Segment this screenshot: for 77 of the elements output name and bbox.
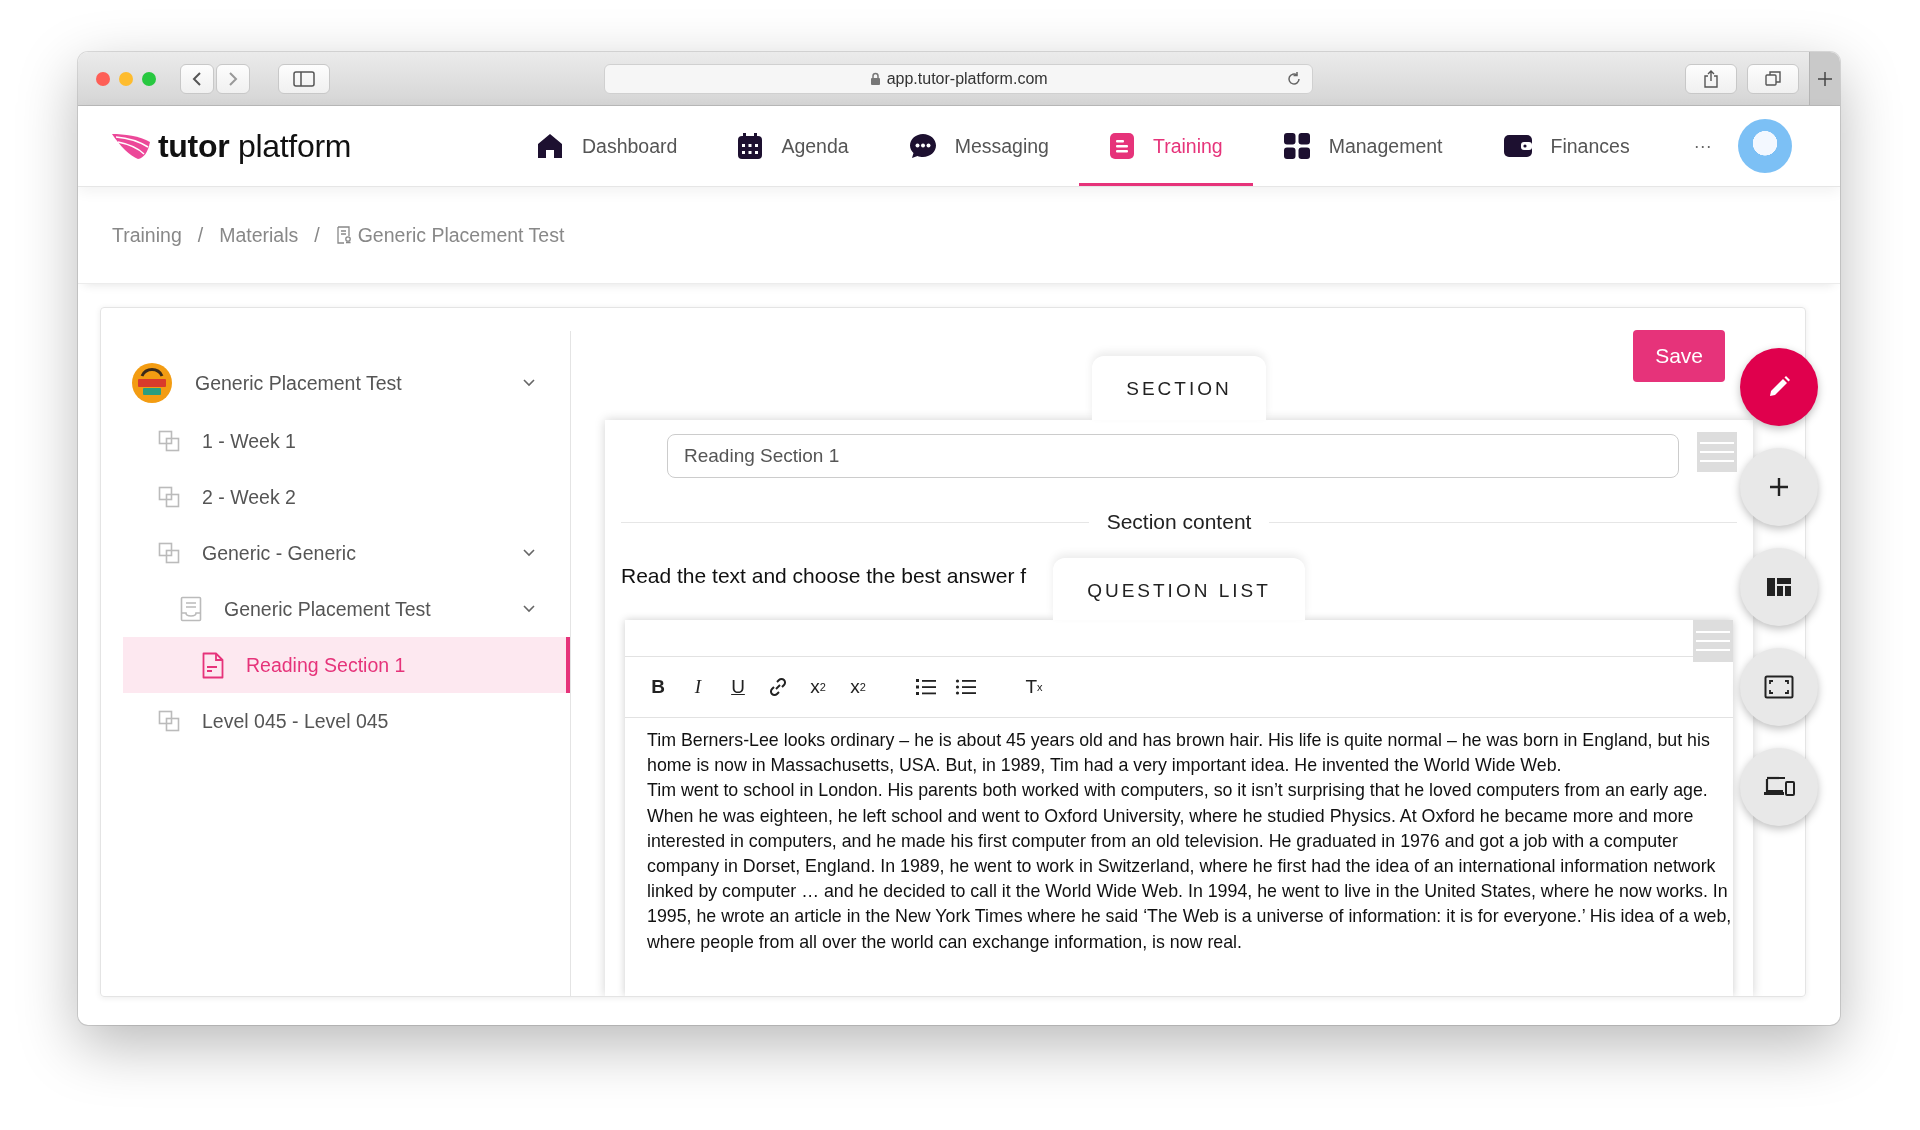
certificate-document-icon <box>335 226 352 244</box>
tree-item[interactable]: Reading Section 1 <box>123 637 570 693</box>
overlapping-squares-icon <box>158 430 180 452</box>
devices-icon <box>1763 775 1795 799</box>
share-button[interactable] <box>1685 63 1738 94</box>
chevron-icon[interactable] <box>522 548 536 558</box>
more-menu-button[interactable]: ··· <box>1693 135 1712 157</box>
grid-icon <box>1282 132 1311 160</box>
reload-icon[interactable] <box>1286 70 1303 87</box>
numbered-list-icon <box>915 677 937 697</box>
layout-icon <box>1766 576 1792 598</box>
format-button[interactable]: x$^{2}$ <box>845 673 871 701</box>
bullet-list-icon <box>955 677 977 697</box>
chevron-icon[interactable] <box>522 378 536 388</box>
breadcrumb-link[interactable]: Training <box>112 223 182 247</box>
calendar-icon <box>737 132 764 160</box>
tree-item[interactable]: Generic Placement Test <box>123 581 570 637</box>
breadcrumb-separator: / <box>314 223 320 247</box>
document-icon <box>1108 132 1135 160</box>
nav-tab[interactable]: Messaging <box>878 106 1079 186</box>
layout-button[interactable] <box>1740 548 1818 626</box>
breadcrumb-link[interactable]: Materials <box>219 223 299 247</box>
chevron-icon[interactable] <box>522 604 536 614</box>
format-button[interactable]: U <box>725 673 751 701</box>
tabs-button[interactable] <box>1747 63 1800 94</box>
breadcrumb-link[interactable]: Generic Placement Test <box>357 223 565 247</box>
wing-logo-icon <box>110 132 152 160</box>
plus-icon <box>1767 475 1791 499</box>
format-button[interactable]: B <box>645 673 671 701</box>
lock-icon <box>869 71 881 86</box>
breadcrumb-separator: / <box>197 223 204 247</box>
overlapping-squares-icon <box>158 542 180 564</box>
passage-paragraph: Tim Berners-Lee looks ordinary – he is about 45 years old and has brown hair. His life is quite normal – he was born in England, but his home is now in Massachusetts, USA. But, in 1989, Tim had a very important idea. He invented the World Wide Web. <box>647 729 1711 778</box>
format-button[interactable]: I <box>685 673 711 701</box>
plus-icon <box>1817 70 1834 87</box>
tabs-icon <box>1764 69 1783 88</box>
overlapping-squares-icon <box>158 710 180 732</box>
save-button[interactable]: Save <box>1633 330 1725 382</box>
link-icon <box>768 677 788 697</box>
course-badge-icon <box>131 362 173 404</box>
drag-handle-icon[interactable] <box>1693 620 1733 662</box>
document-tray-icon <box>180 596 202 622</box>
share-icon <box>1703 69 1720 88</box>
address-bar[interactable]: app.tutor-platform.com <box>603 63 1314 94</box>
back-button[interactable] <box>180 63 214 94</box>
tree-item[interactable]: Generic Placement Test <box>123 353 570 413</box>
devices-button[interactable] <box>1740 748 1818 826</box>
section-tab[interactable]: SECTION <box>1092 356 1266 420</box>
nav-tab[interactable]: Training <box>1078 106 1253 186</box>
new-tab-button[interactable] <box>1809 52 1840 105</box>
sidebar-toggle-button[interactable] <box>278 63 330 94</box>
nav-tab[interactable]: Management <box>1252 106 1473 186</box>
nav-tab[interactable]: Finances <box>1472 106 1660 186</box>
brand-name: tutor platform <box>158 127 352 165</box>
instruction-text: Read the text and choose the best answer f <box>621 564 1028 588</box>
file-icon <box>202 651 224 679</box>
wallet-icon <box>1502 133 1533 159</box>
forward-icon <box>227 70 239 87</box>
edit-button[interactable] <box>1740 348 1818 426</box>
drag-handle-icon[interactable] <box>1697 432 1737 472</box>
nav-tab[interactable]: Dashboard <box>506 106 708 186</box>
overlapping-squares-icon <box>158 486 180 508</box>
tree-item[interactable]: 2 - Week 2 <box>123 469 570 525</box>
fullscreen-icon <box>1764 675 1794 699</box>
tree-item[interactable]: Generic - Generic <box>123 525 570 581</box>
back-icon <box>191 70 203 87</box>
question-list-tab[interactable]: QUESTION LIST <box>1053 558 1305 620</box>
fullscreen-button[interactable] <box>1740 648 1818 726</box>
sidebar-icon <box>292 70 315 87</box>
tree-item[interactable]: Level 045 - Level 045 <box>123 693 570 749</box>
section-name-field[interactable]: Reading Section 1 <box>667 434 1679 478</box>
chat-bubble-icon <box>908 132 937 160</box>
home-icon <box>536 132 564 160</box>
passage-paragraph: Tim went to school in London. His parents both worked with computers, so it isn’t surprising that he loved computers from an early age. When he was eighteen, he left school and went to Oxford University, where he studied Physics. At Oxford he became more and more interested in computers, and he made his first computer from an old television. He graduated in 1976 and got a job with a computer company in Dorset, England. In 1989, he went to work in Switzerland, where he first had the idea of an international information network linked by computer … and he decided to call it the World Wide Web. In 1994, he went to live in the United States, where he now works. In 1995, he wrote an article in the New York Times where he said ‘The Web is a universe of information: it is for everyone.’ His idea of a web, where people from all over the world can exchange information, is now real. <box>647 779 1733 954</box>
section-content-heading: Section content <box>1106 510 1252 534</box>
nav-tab[interactable]: Agenda <box>707 106 879 186</box>
tree-item[interactable]: 1 - Week 1 <box>123 413 570 469</box>
